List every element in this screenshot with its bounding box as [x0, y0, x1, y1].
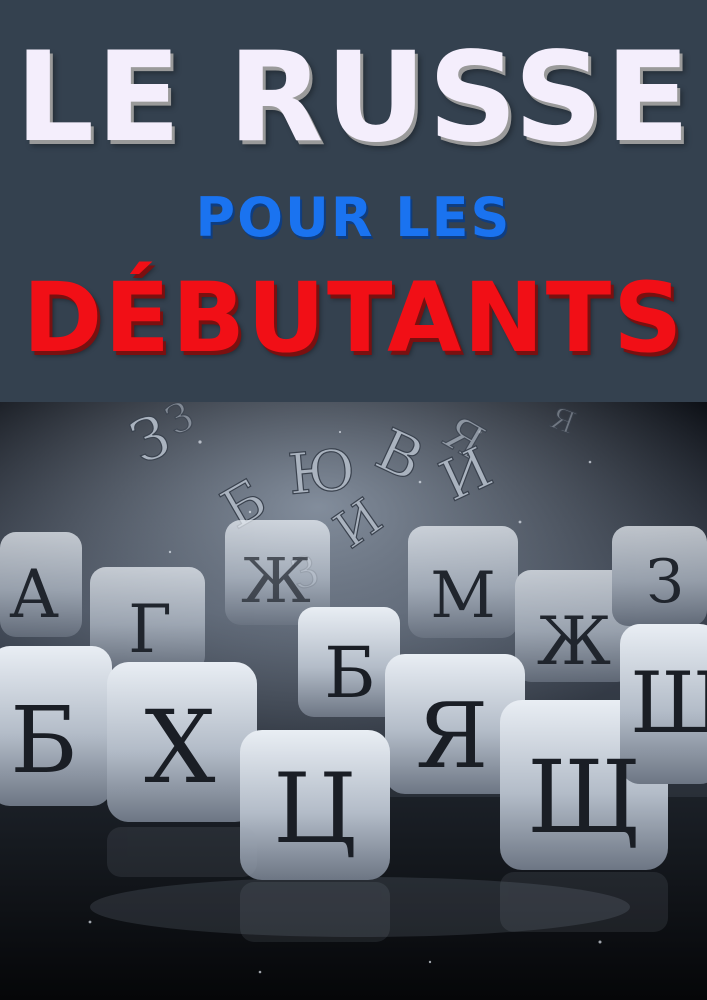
cube-letter-9: Я	[416, 684, 489, 789]
cube-letter-4: З	[646, 547, 683, 617]
cube-letter-11: Ш	[630, 654, 707, 752]
cube-letter-1: Г	[128, 591, 172, 668]
cyrillic-ice-cubes-photo: З З Я В Ю Б И И З Я А Г Ж М З Ж	[0, 402, 707, 1000]
cube-letter-5: Ж	[537, 603, 611, 680]
title-line-debutants: DÉBUTANTS	[22, 262, 685, 374]
title-line-le-russe: LE RUSSE	[15, 26, 692, 170]
book-cover: LE RUSSE POUR LES DÉBUTANTS З З Я В Ю Б …	[0, 0, 707, 1000]
cube-letter-7: Б	[10, 687, 78, 794]
cube-letter-12: Ц	[273, 753, 357, 865]
cube-letter-3: М	[430, 559, 496, 633]
cube-letter-10: Щ	[527, 739, 641, 856]
cube-letter-0: А	[9, 556, 59, 633]
cube-letter-8: Х	[144, 689, 215, 806]
cube-letter-2: Ж	[241, 544, 311, 617]
cube-letter-6: Б	[324, 632, 375, 714]
title-line-pour-les: POUR LES	[195, 186, 512, 249]
title-band: LE RUSSE POUR LES DÉBUTANTS	[0, 0, 707, 402]
